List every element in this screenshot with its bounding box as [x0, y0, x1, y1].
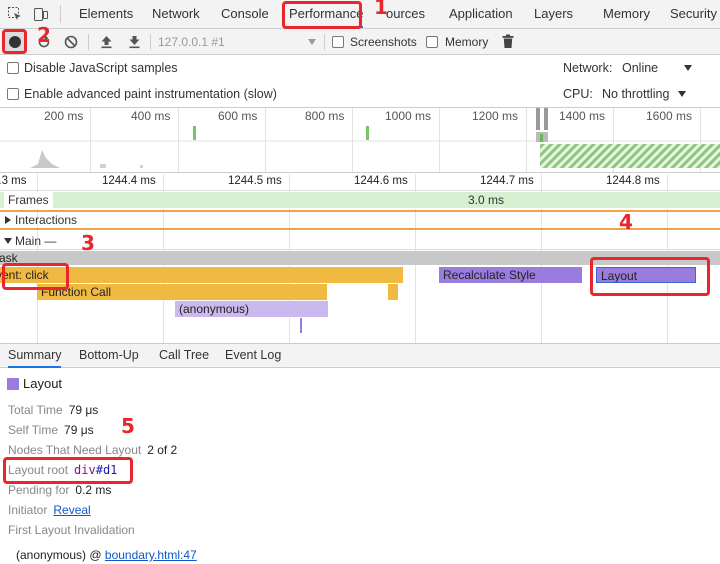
self-time-value: 79 μs [64, 423, 94, 437]
frame-duration: 3.0 ms [468, 193, 505, 207]
upload-icon[interactable] [100, 35, 113, 49]
tab-summary[interactable]: Summary [8, 344, 62, 368]
total-time-row: Total Time 79 μs [8, 402, 98, 418]
tab-layers[interactable]: Layers [534, 0, 573, 28]
annotation-number: 5 [121, 414, 135, 438]
settings-row-1: Disable JavaScript samples Network: Onli… [0, 55, 720, 81]
ruler-tick: 1244.8 ms [606, 175, 660, 187]
function-call-bar[interactable]: Function Call [37, 284, 327, 300]
pending-value: 0.2 ms [75, 483, 112, 497]
stack-function: (anonymous) @ [16, 548, 105, 562]
tab-sources[interactable]: ources [386, 0, 425, 28]
nodes-row: Nodes That Need Layout 2 of 2 [8, 442, 177, 458]
memory-checkbox[interactable] [426, 36, 438, 48]
interactions-label: Interactions [15, 213, 78, 227]
screenshots-label: Screenshots [350, 35, 417, 49]
ruler-tick: 4.3 ms [0, 175, 27, 187]
collapse-arrow-icon[interactable] [4, 238, 12, 244]
summary-title: Layout [23, 376, 63, 391]
expand-arrow-icon[interactable] [5, 216, 11, 224]
ruler-tick: 1244.7 ms [480, 175, 534, 187]
ruler-tick: 1244.6 ms [354, 175, 408, 187]
cpu-dropdown-icon[interactable] [678, 91, 686, 97]
total-time-label: Total Time [8, 403, 63, 417]
pending-row: Pending for 0.2 ms [8, 482, 111, 498]
disable-js-samples-checkbox[interactable] [7, 62, 19, 74]
inspect-element-icon[interactable] [7, 6, 23, 22]
recording-select[interactable]: 127.0.0.1 #1 [158, 29, 225, 55]
tab-elements[interactable]: Elements [79, 0, 133, 28]
network-label: Network: [563, 61, 613, 75]
settings-row-2: Enable advanced paint instrumentation (s… [0, 81, 720, 107]
initiator-label: Initiator [8, 503, 48, 517]
initiator-row: Initiator Reveal [8, 502, 91, 518]
annotation-box-event-click [2, 263, 69, 290]
tab-bottom-up[interactable]: Bottom-Up [79, 344, 139, 368]
self-time-label: Self Time [8, 423, 59, 437]
anonymous-label: (anonymous) [179, 302, 250, 316]
main-track-header[interactable]: Main — http://127.0.0.1:5500/%E5%A6%82%E… [0, 232, 720, 264]
performance-toolbar: 127.0.0.1 #1 Screenshots Memory [0, 29, 720, 55]
overview-activity-graph [0, 108, 720, 168]
advanced-paint-label: Enable advanced paint instrumentation (s… [24, 87, 277, 101]
recalculate-style-label: Recalculate Style [443, 268, 536, 282]
network-select[interactable]: Online [622, 55, 658, 81]
anonymous-marker [300, 318, 302, 333]
stack-frame-row: (anonymous) @ boundary.html:47 [16, 547, 197, 563]
tab-console[interactable]: Console [221, 0, 269, 28]
disable-js-samples-label: Disable JavaScript samples [24, 61, 178, 75]
download-icon[interactable] [128, 35, 141, 49]
network-dropdown-icon[interactable] [684, 65, 692, 71]
ruler-tick: 1244.4 ms [102, 175, 156, 187]
dropdown-arrow-icon[interactable] [308, 39, 316, 45]
frames-track[interactable]: Frames 3.0 ms [0, 192, 720, 209]
tab-memory[interactable]: Memory [603, 0, 650, 28]
tab-event-log[interactable]: Event Log [225, 344, 281, 368]
timeline-overview[interactable]: 200 ms 400 ms 600 ms 800 ms 1000 ms 1200… [0, 107, 720, 173]
nodes-label: Nodes That Need Layout [8, 443, 142, 457]
nodes-value: 2 of 2 [147, 443, 178, 457]
frames-label: Frames [4, 192, 53, 208]
annotation-number: 2 [37, 23, 51, 47]
tab-application[interactable]: Application [449, 0, 513, 28]
advanced-paint-checkbox[interactable] [7, 88, 19, 100]
ruler-tick: 1244.5 ms [228, 175, 282, 187]
reveal-link[interactable]: Reveal [53, 503, 90, 517]
tab-network[interactable]: Network [152, 0, 200, 28]
tab-call-tree[interactable]: Call Tree [159, 344, 209, 368]
annotation-box-performance [282, 1, 362, 29]
trash-icon[interactable] [502, 34, 514, 49]
timeline-ruler: 4.3 ms 1244.4 ms 1244.5 ms 1244.6 ms 124… [0, 174, 720, 191]
annotation-box-record [2, 29, 27, 54]
interactions-track[interactable]: Interactions [0, 212, 720, 230]
function-call-bar-small[interactable] [388, 284, 398, 300]
details-tab-bar: Summary Bottom-Up Call Tree Event Log [0, 343, 720, 368]
frame-block[interactable] [0, 192, 720, 208]
clear-icon[interactable] [64, 35, 78, 49]
tab-security[interactable]: Security [670, 0, 717, 28]
layout-swatch [7, 378, 19, 390]
first-invalidation-row: First Layout Invalidation [8, 522, 135, 538]
annotation-number: 1 [374, 0, 388, 19]
anonymous-bar[interactable]: (anonymous) [175, 301, 328, 317]
memory-label: Memory [445, 35, 489, 49]
annotation-number: 3 [81, 231, 95, 255]
cpu-label: CPU: [563, 87, 593, 101]
self-time-row: Self Time 79 μs [8, 422, 94, 438]
annotation-box-layout-root [3, 457, 133, 484]
screenshots-checkbox[interactable] [332, 36, 344, 48]
total-time-value: 79 μs [68, 403, 99, 417]
annotation-number: 4 [619, 210, 633, 234]
source-link[interactable]: boundary.html:47 [105, 548, 197, 562]
recalculate-style-bar[interactable]: Recalculate Style [439, 267, 582, 283]
first-invalidation-label: First Layout Invalidation [8, 523, 135, 537]
pending-label: Pending for [8, 483, 70, 497]
device-toolbar-icon[interactable] [33, 6, 49, 22]
annotation-box-layout [590, 257, 710, 296]
cpu-select[interactable]: No throttling [602, 81, 669, 107]
